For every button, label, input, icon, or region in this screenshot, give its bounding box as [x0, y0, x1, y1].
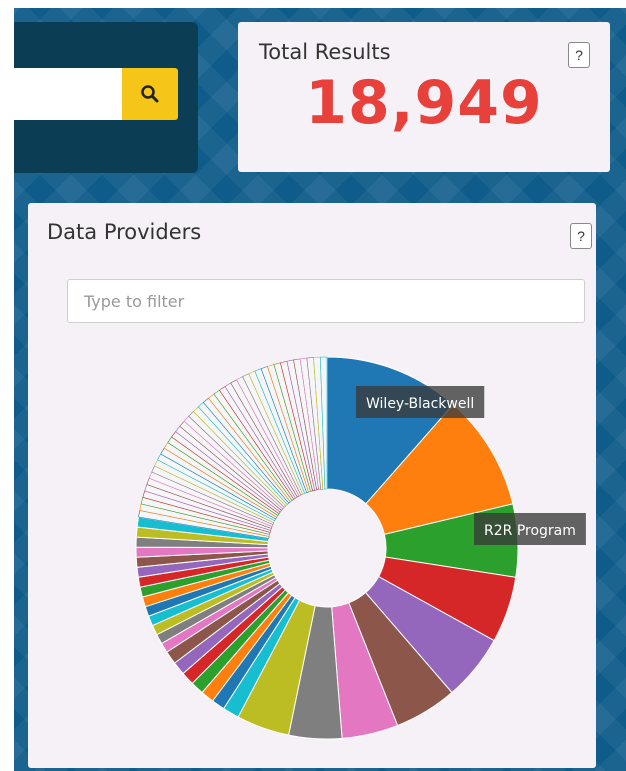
total-results-help-button[interactable]: ?	[568, 42, 590, 68]
data-providers-card: Data Providers ? Wiley-BlackwellR2R Prog…	[28, 203, 596, 768]
total-results-count: 18,949	[305, 68, 543, 138]
pie-slice-label: Wiley-Blackwell	[356, 386, 485, 418]
search-icon	[141, 85, 159, 103]
pie-slice-label: R2R Program	[474, 513, 586, 545]
svg-text:Wiley-Blackwell: Wiley-Blackwell	[366, 396, 474, 412]
search-input[interactable]	[14, 68, 122, 120]
search-button[interactable]	[122, 68, 178, 120]
total-results-card: Total Results ? 18,949	[238, 22, 610, 172]
total-results-title: Total Results	[259, 40, 391, 64]
svg-text:R2R Program: R2R Program	[484, 523, 576, 539]
data-providers-pie-chart[interactable]: Wiley-Blackwell R2R Program	[28, 203, 596, 768]
